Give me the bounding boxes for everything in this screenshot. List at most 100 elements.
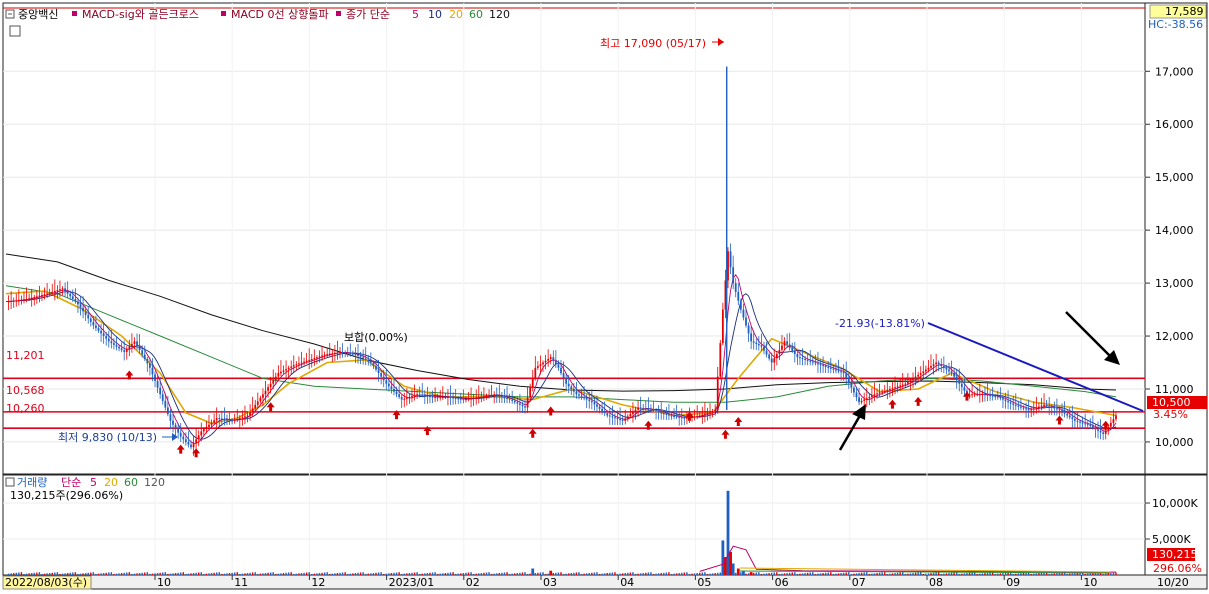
flat-label: 보합(0.00%) bbox=[344, 331, 408, 344]
volume-bar bbox=[801, 573, 804, 575]
volume-bar bbox=[765, 573, 768, 575]
level-label-10260: 10,260 bbox=[6, 402, 45, 415]
candle-body bbox=[148, 363, 151, 368]
volume-bar bbox=[210, 573, 213, 575]
volume-bar bbox=[776, 572, 778, 575]
volume-bar bbox=[909, 573, 912, 575]
candle-body bbox=[891, 388, 894, 390]
candle-body bbox=[38, 295, 41, 297]
volume-bar bbox=[614, 572, 616, 575]
candle-body bbox=[1081, 422, 1084, 424]
volume-bar bbox=[884, 572, 886, 575]
volume-bar bbox=[321, 572, 323, 575]
candle-body bbox=[182, 436, 185, 440]
volume-bar bbox=[82, 573, 84, 575]
candle-body bbox=[1007, 400, 1009, 403]
volume-bar bbox=[485, 572, 488, 575]
pct-now: 3.45% bbox=[1153, 408, 1188, 421]
ma-20-label[interactable]: 20 bbox=[449, 8, 463, 21]
candle-body bbox=[498, 395, 501, 397]
volume-bar bbox=[871, 573, 873, 575]
candle-body bbox=[326, 354, 329, 356]
stock-chart[interactable]: 10,000 11,000 12,000 13,000 14,000 15,000 16,0… bbox=[0, 0, 1209, 591]
candle-body bbox=[696, 415, 699, 417]
volume-label[interactable]: 거래량 bbox=[17, 476, 47, 489]
candle-body bbox=[341, 351, 344, 353]
volume-bar bbox=[609, 572, 611, 575]
indicator-macd-zero[interactable]: MACD 0선 상향돌파 bbox=[231, 8, 329, 21]
volume-bar bbox=[105, 572, 107, 575]
volume-bar bbox=[198, 572, 200, 575]
candle-body bbox=[973, 394, 976, 396]
volume-bar bbox=[845, 572, 847, 575]
ma-120-label[interactable]: 120 bbox=[489, 8, 510, 21]
volume-bar bbox=[344, 572, 346, 575]
date-cursor: 2022/08/03(수) bbox=[5, 576, 87, 589]
volume-bar bbox=[123, 572, 125, 575]
volume-bar bbox=[1048, 573, 1050, 575]
volume-ma-20[interactable]: 20 bbox=[104, 476, 118, 489]
volume-bar bbox=[629, 572, 632, 575]
candle-body bbox=[922, 371, 925, 374]
candle-body bbox=[146, 358, 149, 364]
volume-bar bbox=[920, 572, 922, 575]
volume-bar bbox=[115, 573, 118, 575]
price-tick-label: 16,000 bbox=[1155, 118, 1194, 131]
volume-ma-120[interactable]: 120 bbox=[144, 476, 165, 489]
volume-bar bbox=[714, 573, 716, 575]
candle-body bbox=[177, 428, 180, 433]
stock-name[interactable]: 중앙백신 bbox=[18, 8, 58, 21]
volume-bar bbox=[994, 573, 996, 575]
candle-body bbox=[1094, 427, 1097, 430]
volume-bar bbox=[986, 572, 989, 575]
volume-bar bbox=[938, 572, 940, 575]
volume-bar bbox=[539, 572, 542, 575]
volume-bar bbox=[596, 572, 598, 575]
volume-bar bbox=[668, 572, 670, 575]
volume-ma-5[interactable]: 5 bbox=[90, 476, 97, 489]
ma-60-label[interactable]: 60 bbox=[469, 8, 483, 21]
candle-body bbox=[768, 354, 771, 359]
volume-bar bbox=[945, 573, 948, 575]
candle-body bbox=[565, 378, 568, 384]
candle-body bbox=[832, 368, 835, 370]
volume-ma-60[interactable]: 60 bbox=[124, 476, 138, 489]
ma-5-label[interactable]: 5 bbox=[412, 8, 419, 21]
volume-bar bbox=[683, 572, 686, 575]
candle-body bbox=[423, 395, 426, 397]
volume-bar-major bbox=[721, 540, 725, 575]
candle-body bbox=[608, 415, 611, 417]
volume-bar bbox=[357, 572, 359, 575]
candle-body bbox=[624, 418, 627, 421]
candle-body bbox=[819, 364, 822, 366]
indicator-ma-close[interactable]: 종가 단순 bbox=[346, 8, 390, 21]
candle-body bbox=[1012, 403, 1015, 405]
candle-body bbox=[107, 338, 110, 342]
settings-grid-icon[interactable] bbox=[9, 25, 21, 37]
candle-body bbox=[1104, 430, 1107, 434]
candle-body bbox=[668, 414, 670, 416]
candle-body bbox=[441, 396, 444, 398]
volume-bar bbox=[380, 572, 382, 575]
volume-bar bbox=[989, 572, 991, 575]
volume-bar bbox=[866, 572, 868, 575]
volume-bar bbox=[228, 573, 231, 575]
volume-bar bbox=[305, 572, 308, 575]
volume-bar bbox=[930, 573, 932, 575]
ma-10-label[interactable]: 10 bbox=[428, 8, 442, 21]
candle-body bbox=[619, 418, 621, 420]
month-tick-label: 03 bbox=[543, 576, 557, 589]
candle-body bbox=[429, 396, 431, 398]
volume-bar bbox=[508, 573, 511, 575]
candle-body bbox=[351, 353, 354, 355]
indicator-macd-sig[interactable]: MACD-sig와 골든크로스 bbox=[82, 8, 199, 21]
candle-body bbox=[994, 396, 997, 398]
volume-bar bbox=[735, 572, 737, 575]
volume-collapse-icon[interactable] bbox=[5, 477, 15, 487]
candle-body bbox=[778, 349, 781, 355]
volume-method[interactable]: 단순 bbox=[61, 476, 81, 489]
volume-bar bbox=[568, 573, 570, 575]
volume-bar bbox=[619, 573, 621, 575]
candle-body bbox=[822, 365, 824, 367]
candle-body bbox=[483, 396, 485, 398]
